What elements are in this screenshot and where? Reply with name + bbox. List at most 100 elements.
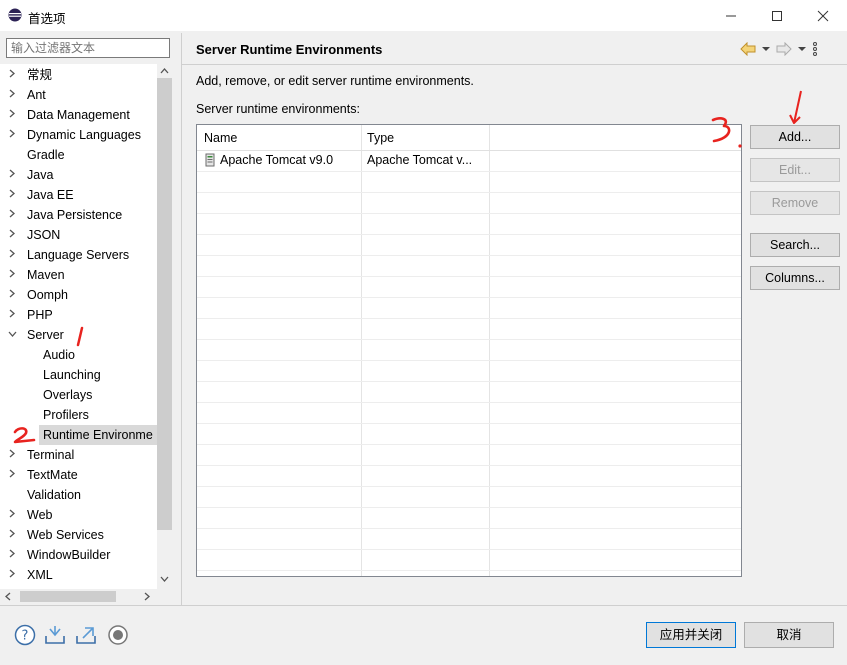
table-row-line (197, 528, 741, 529)
chevron-right-icon[interactable] (6, 565, 18, 585)
page-navigation (740, 40, 818, 58)
table-row-line (197, 276, 741, 277)
header-separator-line (197, 150, 741, 151)
close-button[interactable] (800, 0, 846, 31)
forward-menu-chevron-icon[interactable] (798, 46, 806, 52)
tree-item-label: Gradle (27, 148, 65, 162)
scroll-right-icon[interactable] (143, 592, 151, 601)
table-row-line (197, 507, 741, 508)
chevron-down-icon[interactable] (6, 325, 18, 345)
chevron-right-icon[interactable] (6, 105, 18, 125)
chevron-right-icon[interactable] (6, 445, 18, 465)
maximize-icon (772, 10, 782, 21)
tree-item-label: Dynamic Languages (27, 128, 141, 142)
tree-vertical-scrollbar[interactable] (157, 64, 172, 589)
maximize-button[interactable] (754, 0, 800, 31)
tree-item-label: XML (27, 568, 53, 582)
back-menu-chevron-icon[interactable] (762, 46, 770, 52)
record-icon[interactable] (107, 624, 129, 646)
table-row-line (197, 360, 741, 361)
tree-item-label: Maven (27, 268, 65, 282)
close-icon (817, 10, 829, 21)
add-button[interactable]: Add... (750, 125, 840, 149)
apply-and-close-button[interactable]: 应用并关闭 (646, 622, 736, 648)
eclipse-app-icon (8, 8, 22, 22)
table-row-line (197, 192, 741, 193)
column-header-type[interactable]: Type (367, 131, 394, 145)
back-arrow-icon[interactable] (740, 42, 756, 56)
scroll-up-icon[interactable] (160, 67, 169, 75)
annotation-number-3 (711, 117, 742, 148)
table-row-line (197, 234, 741, 235)
export-preferences-icon[interactable] (75, 624, 97, 646)
runtime-environments-table[interactable]: Name Type Apache Tomcat v9.0 Apache Tomca… (196, 124, 742, 577)
forward-arrow-icon[interactable] (776, 42, 792, 56)
tree-item-label: Runtime Environme (39, 425, 157, 445)
tree-item-label: WindowBuilder (27, 548, 111, 562)
annotation-number-2 (13, 427, 36, 444)
tree-item-label: Data Management (27, 108, 130, 122)
scroll-down-icon[interactable] (160, 575, 169, 583)
help-icon[interactable]: ? (14, 624, 36, 646)
filter-input[interactable] (6, 38, 170, 58)
view-menu-icon[interactable] (812, 42, 818, 56)
table-row-line (197, 423, 741, 424)
tree-item-label: PHP (27, 308, 53, 322)
chevron-right-icon[interactable] (6, 265, 18, 285)
chevron-right-icon[interactable] (6, 505, 18, 525)
table-row-line (197, 570, 741, 571)
tree-item-label: Audio (43, 348, 75, 362)
tree-item-label: 常规 (27, 68, 53, 82)
tree-item-label: Web Services (27, 528, 104, 542)
tree-item-label: Web (27, 508, 53, 522)
chevron-right-icon[interactable] (6, 125, 18, 145)
tree-item-label: Launching (43, 368, 101, 382)
page-description: Add, remove, or edit server runtime envi… (196, 74, 474, 88)
chevron-right-icon[interactable] (6, 225, 18, 245)
table-row-line (197, 486, 741, 487)
header-separator (182, 64, 847, 65)
import-preferences-icon[interactable] (44, 624, 66, 646)
tree-item-label: Terminal (27, 448, 75, 462)
chevron-right-icon[interactable] (6, 185, 18, 205)
runtime-name-cell[interactable]: Apache Tomcat v9.0 (220, 153, 333, 167)
chevron-right-icon[interactable] (6, 165, 18, 185)
chevron-right-icon[interactable] (6, 285, 18, 305)
table-row-line (197, 318, 741, 319)
table-row-line (197, 297, 741, 298)
annotation-number-1 (76, 326, 84, 347)
tree-item-label: Validation (27, 488, 81, 502)
chevron-right-icon[interactable] (6, 205, 18, 225)
remove-button[interactable]: Remove (750, 191, 840, 215)
chevron-right-icon[interactable] (6, 65, 18, 85)
table-row-line (197, 171, 741, 172)
chevron-right-icon[interactable] (6, 525, 18, 545)
panel-divider[interactable] (181, 33, 182, 605)
tree-horizontal-scrollbar[interactable] (0, 589, 157, 604)
scroll-left-icon[interactable] (4, 592, 12, 601)
chevron-right-icon[interactable] (6, 85, 18, 105)
table-row-line (197, 381, 741, 382)
minimize-button[interactable] (708, 0, 754, 31)
runtime-type-cell[interactable]: Apache Tomcat v... (367, 153, 472, 167)
table-row-line (197, 549, 741, 550)
chevron-right-icon[interactable] (6, 545, 18, 565)
tree-item-label: Language Servers (27, 248, 130, 262)
server-runtime-icon (205, 153, 215, 167)
window-title: 首选项 (28, 12, 66, 26)
cancel-button[interactable]: 取消 (744, 622, 834, 648)
scroll-thumb[interactable] (20, 591, 116, 602)
chevron-right-icon[interactable] (6, 245, 18, 265)
edit-button[interactable]: Edit... (750, 158, 840, 182)
page-title: Server Runtime Environments (196, 42, 383, 57)
tree-item-label: JSON (27, 228, 61, 242)
chevron-right-icon[interactable] (6, 465, 18, 485)
chevron-right-icon[interactable] (6, 305, 18, 325)
search-button[interactable]: Search... (750, 233, 840, 257)
table-row-line (197, 213, 741, 214)
table-row-line (197, 402, 741, 403)
tree-item-label: Ant (27, 88, 46, 102)
columns-button[interactable]: Columns... (750, 266, 840, 290)
scroll-thumb[interactable] (157, 78, 172, 530)
column-header-name[interactable]: Name (204, 131, 237, 145)
